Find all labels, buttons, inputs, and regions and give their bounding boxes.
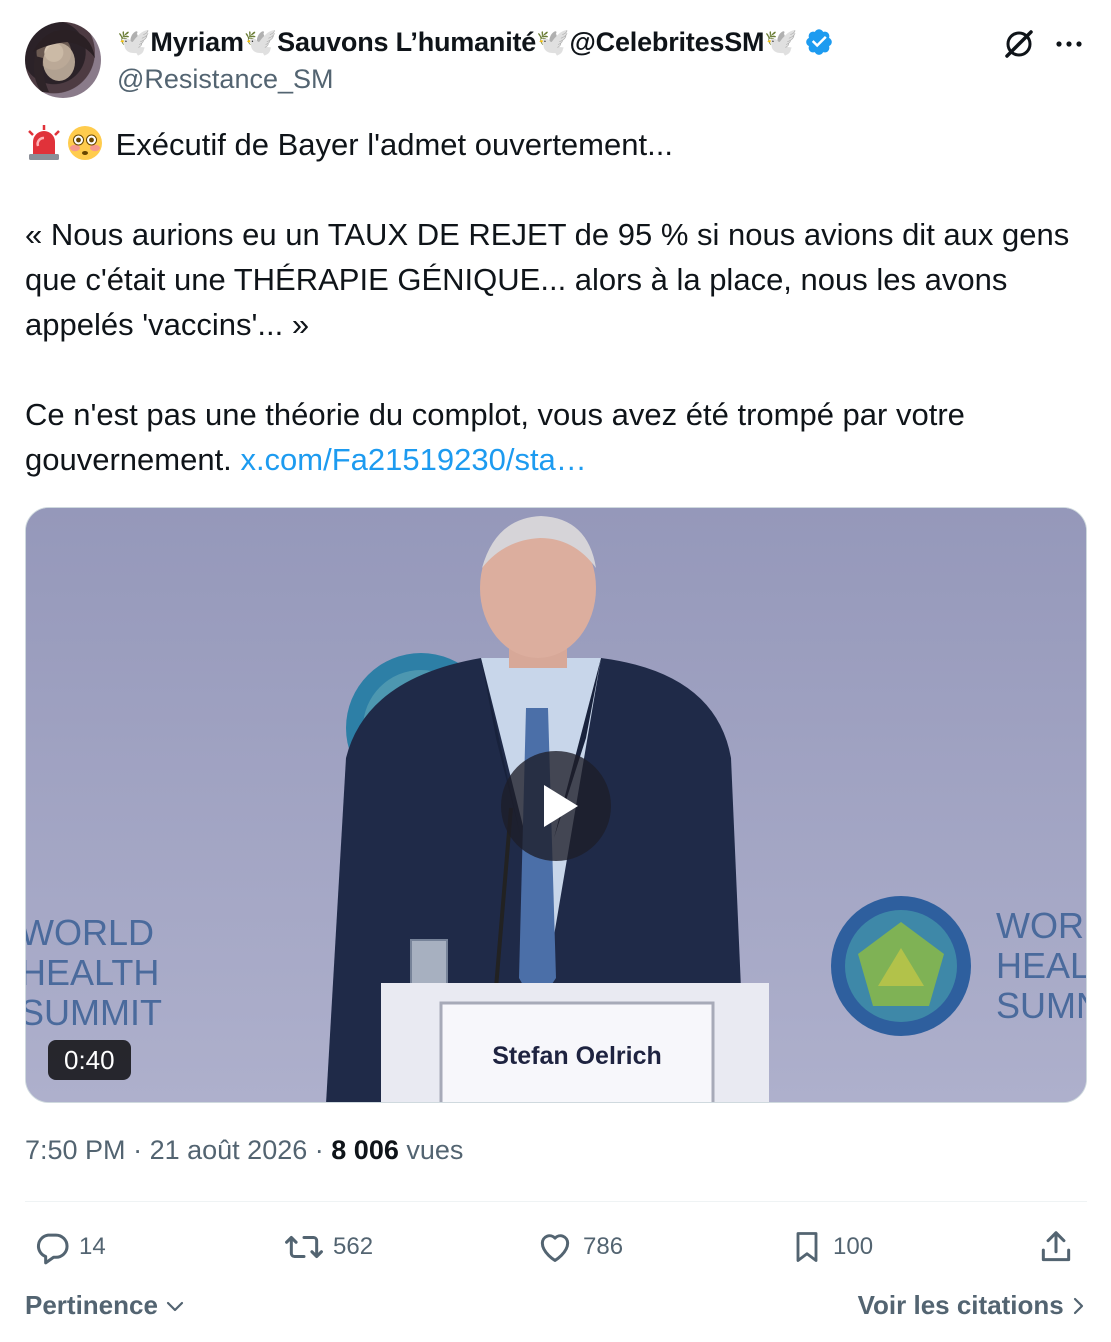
chevron-right-icon: [1073, 1297, 1084, 1315]
backdrop-text-left-1: WORLD: [26, 912, 154, 953]
grok-icon: [1005, 30, 1033, 58]
more-options-button[interactable]: [1051, 26, 1087, 62]
tweet-meta: 7:50 PM · 21 août 2026 · 8 006 vues: [25, 1135, 463, 1166]
tweet-headline: Exécutif de Bayer l'admet ouvertement...: [115, 127, 673, 162]
backdrop-text-right-3: SUMN: [996, 985, 1087, 1026]
author-name-row[interactable]: 🕊️Myriam🕊️Sauvons L’humanité🕊️@Celebrite…: [117, 26, 834, 58]
tweet-quote: « Nous aurions eu un TAUX DE REJET de 95…: [25, 217, 1070, 342]
share-icon: [1041, 1231, 1071, 1262]
podium-name-label: Stefan Oelrich: [492, 1042, 662, 1070]
bookmark-count: 100: [833, 1233, 874, 1260]
rotating-light-icon: [25, 124, 63, 162]
divider: [25, 1201, 1087, 1202]
tweet-text: Exécutif de Bayer l'admet ouvertement...…: [25, 122, 1095, 482]
sort-replies-dropdown[interactable]: Pertinence: [25, 1290, 185, 1321]
views-count: 8 006: [331, 1135, 399, 1165]
repost-button[interactable]: 562: [283, 1222, 373, 1272]
tweet-date[interactable]: 21 août 2026: [150, 1135, 308, 1165]
tweet-closing: Ce n'est pas une théorie du complot, vou…: [25, 392, 1095, 482]
repost-count: 562: [333, 1233, 374, 1260]
backdrop-text-right-1: WOR: [996, 905, 1084, 946]
verified-badge-icon: [804, 27, 834, 57]
play-button[interactable]: [501, 751, 611, 861]
backdrop-text-left-3: SUMMIT: [26, 992, 162, 1033]
views-label: vues: [406, 1135, 464, 1165]
tweet-line-1: Exécutif de Bayer l'admet ouvertement...: [25, 122, 1095, 167]
author-display-name[interactable]: 🕊️Myriam🕊️Sauvons L’humanité🕊️@Celebrite…: [117, 26, 798, 58]
reply-icon: [36, 1233, 69, 1265]
repost-icon: [285, 1235, 323, 1259]
play-icon: [544, 785, 578, 827]
like-count: 786: [583, 1233, 624, 1260]
meta-separator: ·: [314, 1135, 324, 1165]
tweet-time[interactable]: 7:50 PM: [25, 1135, 126, 1165]
action-bar: 14 562 786 100: [25, 1222, 1087, 1272]
author-handle[interactable]: @Resistance_SM: [117, 64, 334, 95]
reply-count: 14: [79, 1233, 106, 1260]
grok-button[interactable]: [1001, 26, 1037, 62]
video-player[interactable]: WORLD HEALTH SUMMIT WOR HEAL SUMN Stefan…: [25, 507, 1087, 1103]
heart-icon: [540, 1234, 570, 1262]
sort-label: Pertinence: [25, 1290, 158, 1320]
bookmark-icon: [796, 1232, 818, 1262]
share-button[interactable]: [1037, 1222, 1075, 1272]
view-quotes-link[interactable]: Voir les citations: [858, 1290, 1087, 1321]
meta-separator: ·: [133, 1135, 143, 1165]
view-quotes-label: Voir les citations: [857, 1290, 1064, 1320]
tweet-header: 🕊️Myriam🕊️Sauvons L’humanité🕊️@Celebrite…: [25, 22, 1087, 102]
more-dots-icon: [1056, 41, 1082, 47]
tweet-link[interactable]: x.com/Fa21519230/sta…: [240, 442, 586, 477]
flushed-face-icon: [66, 124, 104, 162]
backdrop-text-left-2: HEALTH: [26, 952, 159, 993]
like-button[interactable]: 786: [535, 1222, 623, 1272]
reply-button[interactable]: 14: [33, 1222, 106, 1272]
backdrop-text-right-2: HEAL: [996, 945, 1087, 986]
bookmark-button[interactable]: 100: [789, 1222, 873, 1272]
chevron-down-icon: [167, 1301, 184, 1312]
avatar[interactable]: [25, 22, 101, 98]
video-duration-badge: 0:40: [48, 1040, 131, 1080]
